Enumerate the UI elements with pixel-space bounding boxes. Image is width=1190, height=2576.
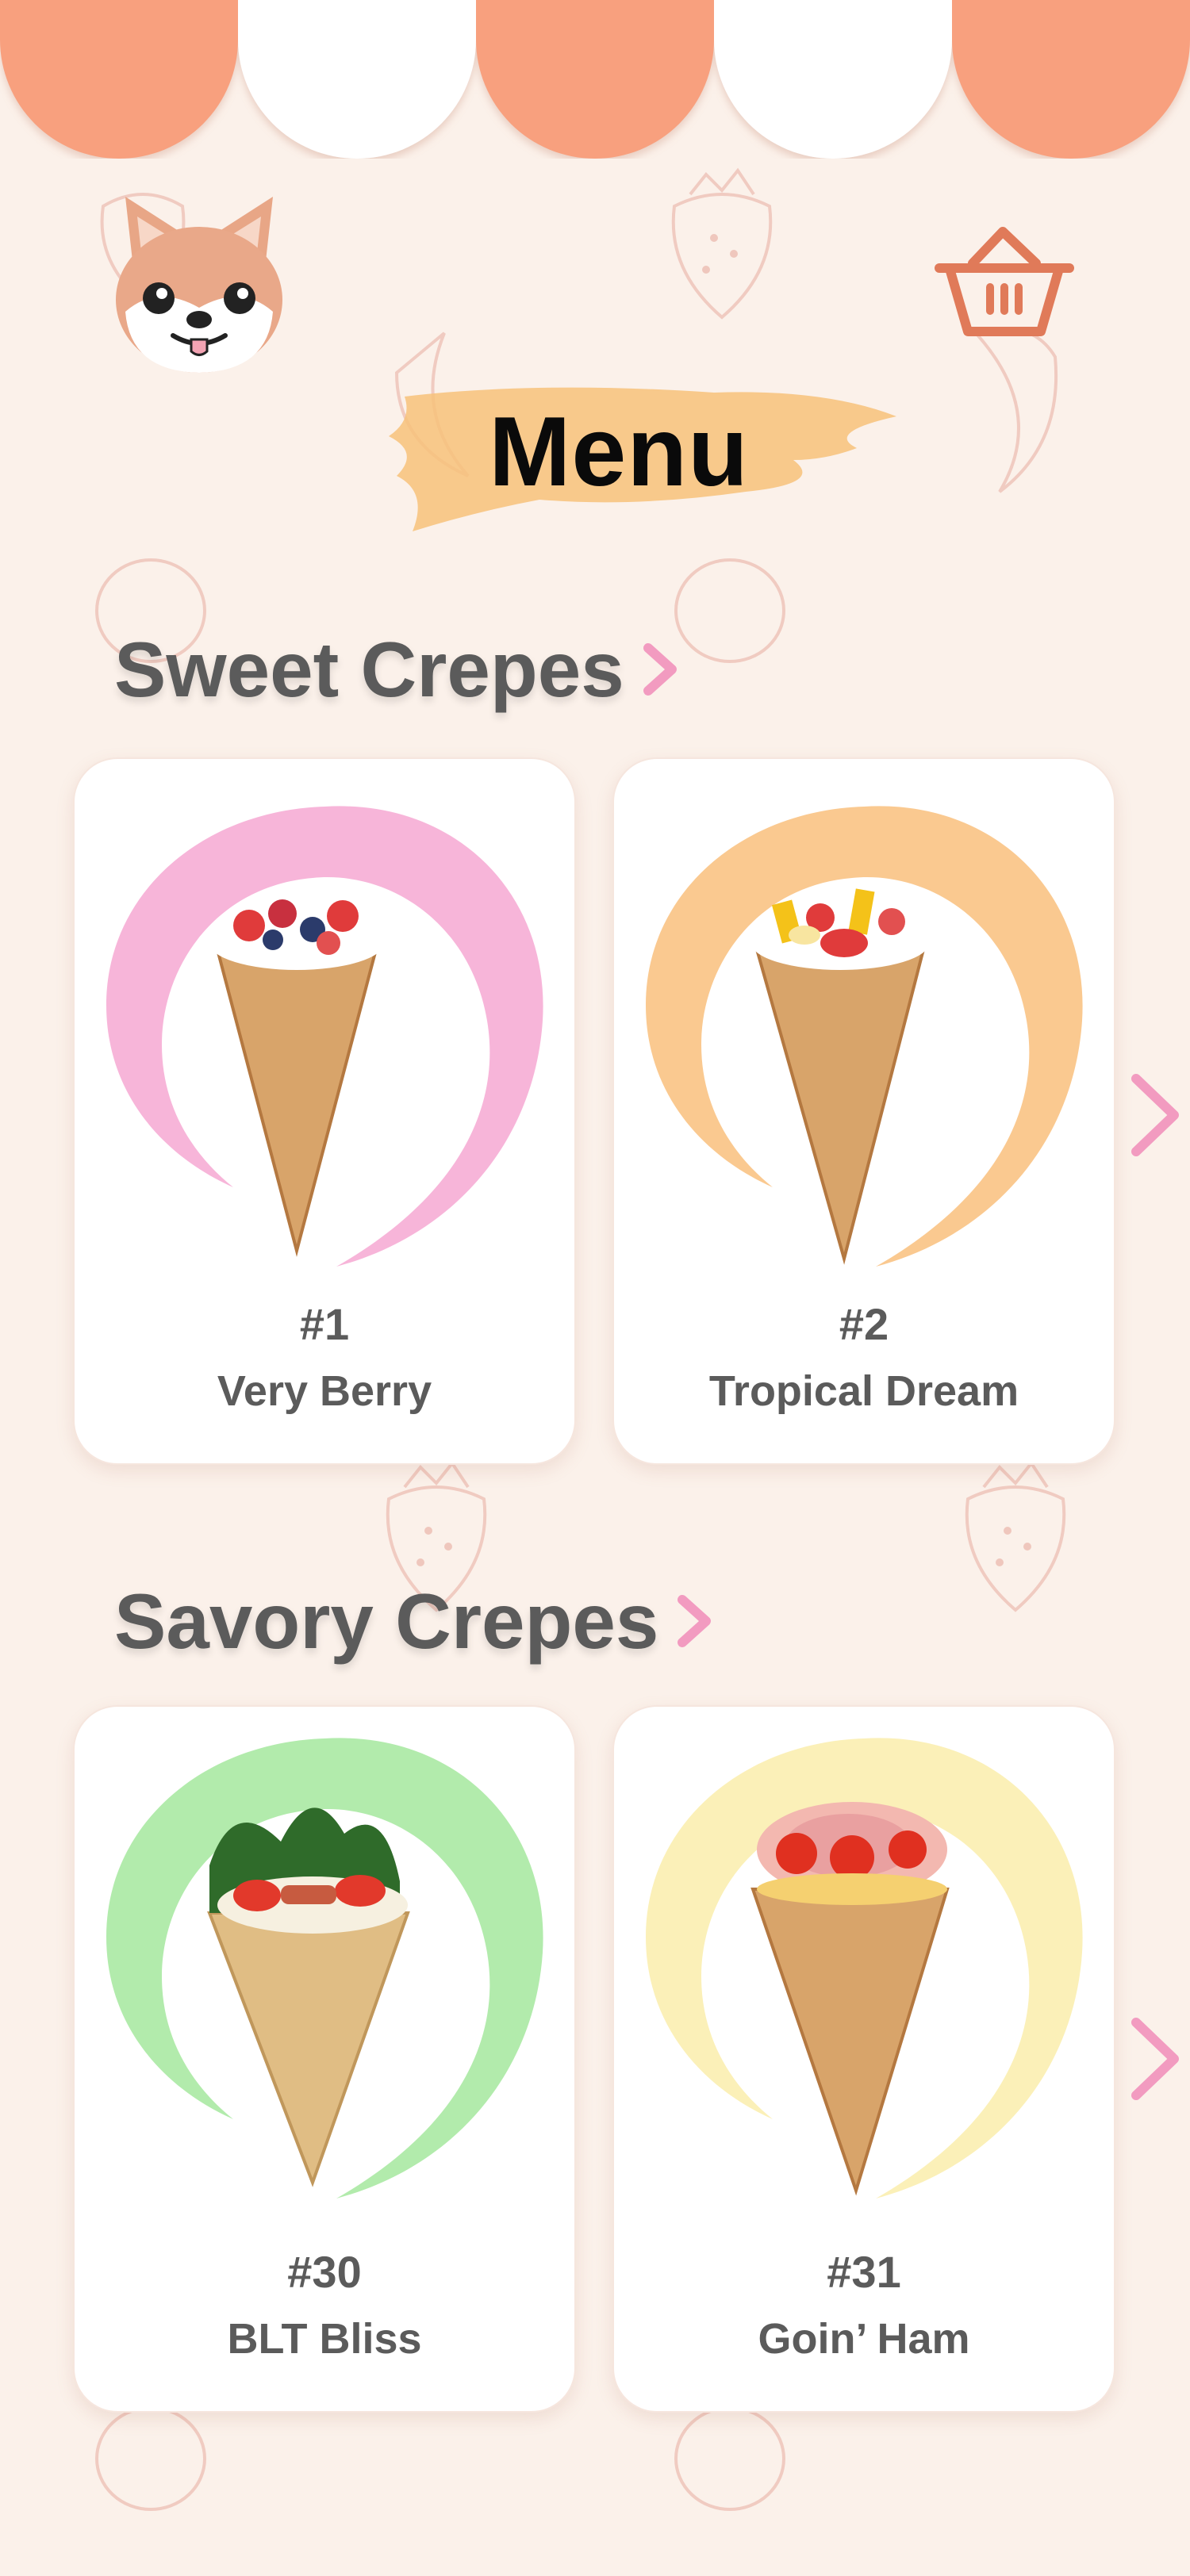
menu-card-very-berry[interactable]: #1 Very Berry xyxy=(73,757,576,1465)
chevron-right-icon xyxy=(678,1595,712,1647)
item-number: #30 xyxy=(287,2247,362,2297)
section-title: Sweet Crepes xyxy=(114,625,624,713)
item-number: #31 xyxy=(827,2247,901,2297)
carousel-next-arrow-icon[interactable] xyxy=(1127,1071,1184,1160)
menu-card-goin-ham[interactable]: #31 Goin’ Ham xyxy=(612,1705,1115,2413)
awning-scallops xyxy=(0,0,1190,159)
basket-icon[interactable] xyxy=(933,222,1076,341)
shiba-dog-icon[interactable] xyxy=(109,189,289,376)
item-name: Goin’ Ham xyxy=(758,2315,970,2363)
section-title: Savory Crepes xyxy=(114,1577,659,1665)
section-header-savory-crepes[interactable]: Savory Crepes xyxy=(114,1574,712,1669)
page-title: Menu xyxy=(489,397,749,507)
carousel-next-arrow-icon[interactable] xyxy=(1127,2014,1184,2103)
item-number: #1 xyxy=(299,1299,350,1349)
crepe-image xyxy=(106,806,543,1267)
menu-card-blt-bliss[interactable]: #30 BLT Bliss xyxy=(73,1705,576,2413)
crepe-image xyxy=(646,1738,1083,2198)
crepe-image xyxy=(646,806,1083,1267)
item-name: Tropical Dream xyxy=(708,1367,1019,1415)
page-title-block: Menu xyxy=(381,373,904,547)
item-number: #2 xyxy=(839,1299,889,1349)
crepe-image xyxy=(106,1738,543,2198)
section-header-sweet-crepes[interactable]: Sweet Crepes xyxy=(114,622,678,717)
menu-card-tropical-dream[interactable]: #2 Tropical Dream xyxy=(612,757,1115,1465)
item-name: Very Berry xyxy=(217,1367,432,1415)
item-name: BLT Bliss xyxy=(227,2315,422,2363)
chevron-right-icon xyxy=(643,643,677,696)
